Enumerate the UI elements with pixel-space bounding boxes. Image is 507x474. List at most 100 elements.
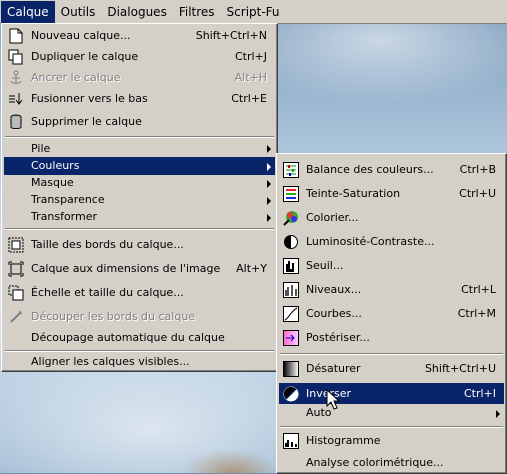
- colorize-icon: [282, 209, 300, 227]
- menu-item-color-balance[interactable]: Balance des couleurs... Ctrl+B: [279, 159, 504, 181]
- menu-item-desaturate[interactable]: Désaturer Shift+Ctrl+U: [279, 358, 504, 380]
- menu-item-scale-layer[interactable]: Échelle et taille du calque...: [4, 283, 275, 303]
- menu-item-pile[interactable]: Pile: [4, 139, 275, 159]
- mouse-pointer-icon: [326, 389, 340, 411]
- menu-item-label: Luminosité-Contraste...: [306, 235, 435, 248]
- menu-item-label: Transformer: [31, 209, 98, 223]
- threshold-icon: [282, 257, 300, 275]
- menu-item-label: Teinte-Saturation: [306, 187, 401, 200]
- menu-item-shortcut: Shift+Ctrl+N: [195, 29, 267, 42]
- menu-item-posterize[interactable]: Postériser...: [279, 327, 504, 349]
- menu-item-transformer[interactable]: Transformer: [4, 208, 275, 225]
- new-layer-icon: [7, 27, 25, 45]
- colors-submenu: Balance des couleurs... Ctrl+B Teinte-Sa…: [276, 153, 507, 474]
- menu-item-shortcut: Ctrl+J: [234, 50, 267, 63]
- menu-item-auto[interactable]: Auto: [279, 404, 504, 422]
- menu-separator: [280, 353, 503, 355]
- menu-item-anchor-layer[interactable]: Ancrer le calque Alt+H: [4, 68, 275, 88]
- layer-boundary-size-icon: [7, 236, 25, 254]
- menu-item-label: Postériser...: [306, 331, 370, 344]
- menu-item-shortcut: Shift+Ctrl+U: [424, 362, 496, 375]
- menu-item-histogram[interactable]: Histogramme: [279, 430, 504, 452]
- levels-icon: [282, 281, 300, 299]
- menu-item-shortcut: Ctrl+L: [461, 283, 496, 296]
- menu-item-label: Désaturer: [306, 362, 361, 375]
- menu-item-shortcut: Alt+Y: [236, 262, 267, 275]
- menu-separator: [5, 136, 274, 138]
- menu-item-label: Nouveau calque...: [31, 29, 131, 42]
- menu-item-label: Aligner les calques visibles...: [31, 355, 190, 368]
- menu-item-label: Ancrer le calque: [31, 71, 121, 84]
- menu-item-hue-saturation[interactable]: Teinte-Saturation Ctrl+U: [279, 183, 504, 205]
- menu-item-layer-boundary-size[interactable]: Taille des bords du calque...: [4, 235, 275, 255]
- menu-item-label: Histogramme: [306, 434, 381, 447]
- menu-separator: [280, 426, 503, 428]
- menu-item-colorize[interactable]: Colorier...: [279, 207, 504, 229]
- menu-item-merge-down[interactable]: Fusionner vers le bas Ctrl+E: [4, 89, 275, 109]
- submenu-arrow-icon: [267, 180, 271, 188]
- menubar-dialogues[interactable]: Dialogues: [101, 1, 172, 23]
- submenu-arrow-icon: [267, 163, 271, 171]
- menu-item-label: Pile: [31, 142, 51, 155]
- menu-item-align-visible-layers[interactable]: Aligner les calques visibles...: [4, 352, 275, 372]
- menu-item-curves[interactable]: Courbes... Ctrl+M: [279, 303, 504, 325]
- invert-icon: [282, 385, 300, 403]
- menubar: Calque Outils Dialogues Filtres Script-F…: [0, 0, 507, 24]
- brightness-contrast-icon: [282, 233, 300, 251]
- delete-layer-icon: [7, 113, 25, 131]
- menu-item-shortcut: Ctrl+E: [231, 92, 267, 105]
- submenu-arrow-icon: [267, 214, 271, 222]
- menu-item-label: Colorier...: [306, 211, 359, 224]
- menu-item-levels[interactable]: Niveaux... Ctrl+L: [279, 279, 504, 301]
- menubar-script-fu[interactable]: Script-Fu: [221, 1, 286, 23]
- menu-item-label: Taille des bords du calque...: [31, 238, 184, 251]
- menubar-calque[interactable]: Calque: [1, 0, 55, 23]
- menu-item-autocrop-layer[interactable]: Découpage automatique du calque: [4, 328, 275, 348]
- menu-item-layer-to-image-size[interactable]: Calque aux dimensions de l'image Alt+Y: [4, 259, 275, 279]
- menu-item-transparence[interactable]: Transparence: [4, 191, 275, 208]
- color-balance-icon: [282, 161, 300, 179]
- hue-saturation-icon: [282, 185, 300, 203]
- duplicate-layer-icon: [7, 48, 25, 66]
- layer-menu: Nouveau calque... Shift+Ctrl+N Dupliquer…: [1, 23, 278, 372]
- menu-item-label: Niveaux...: [306, 283, 362, 296]
- scale-layer-icon: [7, 284, 25, 302]
- menu-separator: [5, 228, 274, 230]
- menu-item-label: Courbes...: [306, 307, 362, 320]
- menu-item-duplicate-layer[interactable]: Dupliquer le calque Ctrl+J: [4, 47, 275, 67]
- menu-item-label: Seuil...: [306, 259, 344, 272]
- posterize-icon: [282, 329, 300, 347]
- menu-item-label: Fusionner vers le bas: [31, 92, 148, 105]
- menu-item-masque[interactable]: Masque: [4, 174, 275, 191]
- menu-item-shortcut: Ctrl+M: [457, 307, 496, 320]
- anchor-icon: [7, 69, 25, 87]
- menu-item-label: Découper les bords du calque: [31, 310, 196, 323]
- menubar-filtres[interactable]: Filtres: [173, 1, 221, 23]
- layer-to-image-size-icon: [7, 260, 25, 278]
- menubar-outils[interactable]: Outils: [55, 1, 102, 23]
- menu-item-label: Supprimer le calque: [31, 115, 142, 128]
- menu-item-threshold[interactable]: Seuil...: [279, 255, 504, 277]
- menu-item-new-layer[interactable]: Nouveau calque... Shift+Ctrl+N: [4, 26, 275, 46]
- menu-item-invert[interactable]: Inverser Ctrl+I: [279, 383, 504, 404]
- merge-down-icon: [7, 90, 25, 108]
- desaturate-icon: [282, 360, 300, 378]
- menu-item-label: Analyse colorimétrique...: [306, 456, 444, 469]
- submenu-arrow-icon: [496, 410, 500, 418]
- menu-item-color-analysis[interactable]: Analyse colorimétrique...: [279, 453, 504, 473]
- menu-item-label: Balance des couleurs...: [306, 163, 434, 176]
- menu-item-delete-layer[interactable]: Supprimer le calque: [4, 112, 275, 132]
- histogram-icon: [282, 432, 300, 450]
- menu-item-label: Découpage automatique du calque: [31, 331, 225, 344]
- menu-item-crop-layer[interactable]: Découper les bords du calque: [4, 307, 275, 327]
- menu-item-shortcut: Alt+H: [234, 71, 267, 84]
- curves-icon: [282, 305, 300, 323]
- menu-item-shortcut: Ctrl+I: [463, 386, 496, 400]
- menu-item-label: Calque aux dimensions de l'image: [31, 262, 221, 275]
- menu-item-label: Dupliquer le calque: [31, 50, 139, 63]
- submenu-arrow-icon: [267, 197, 271, 205]
- menu-item-shortcut: Ctrl+B: [459, 163, 496, 176]
- menu-item-shortcut: Ctrl+U: [459, 187, 496, 200]
- menu-item-label: Échelle et taille du calque...: [31, 286, 184, 299]
- menu-item-brightness-contrast[interactable]: Luminosité-Contraste...: [279, 231, 504, 253]
